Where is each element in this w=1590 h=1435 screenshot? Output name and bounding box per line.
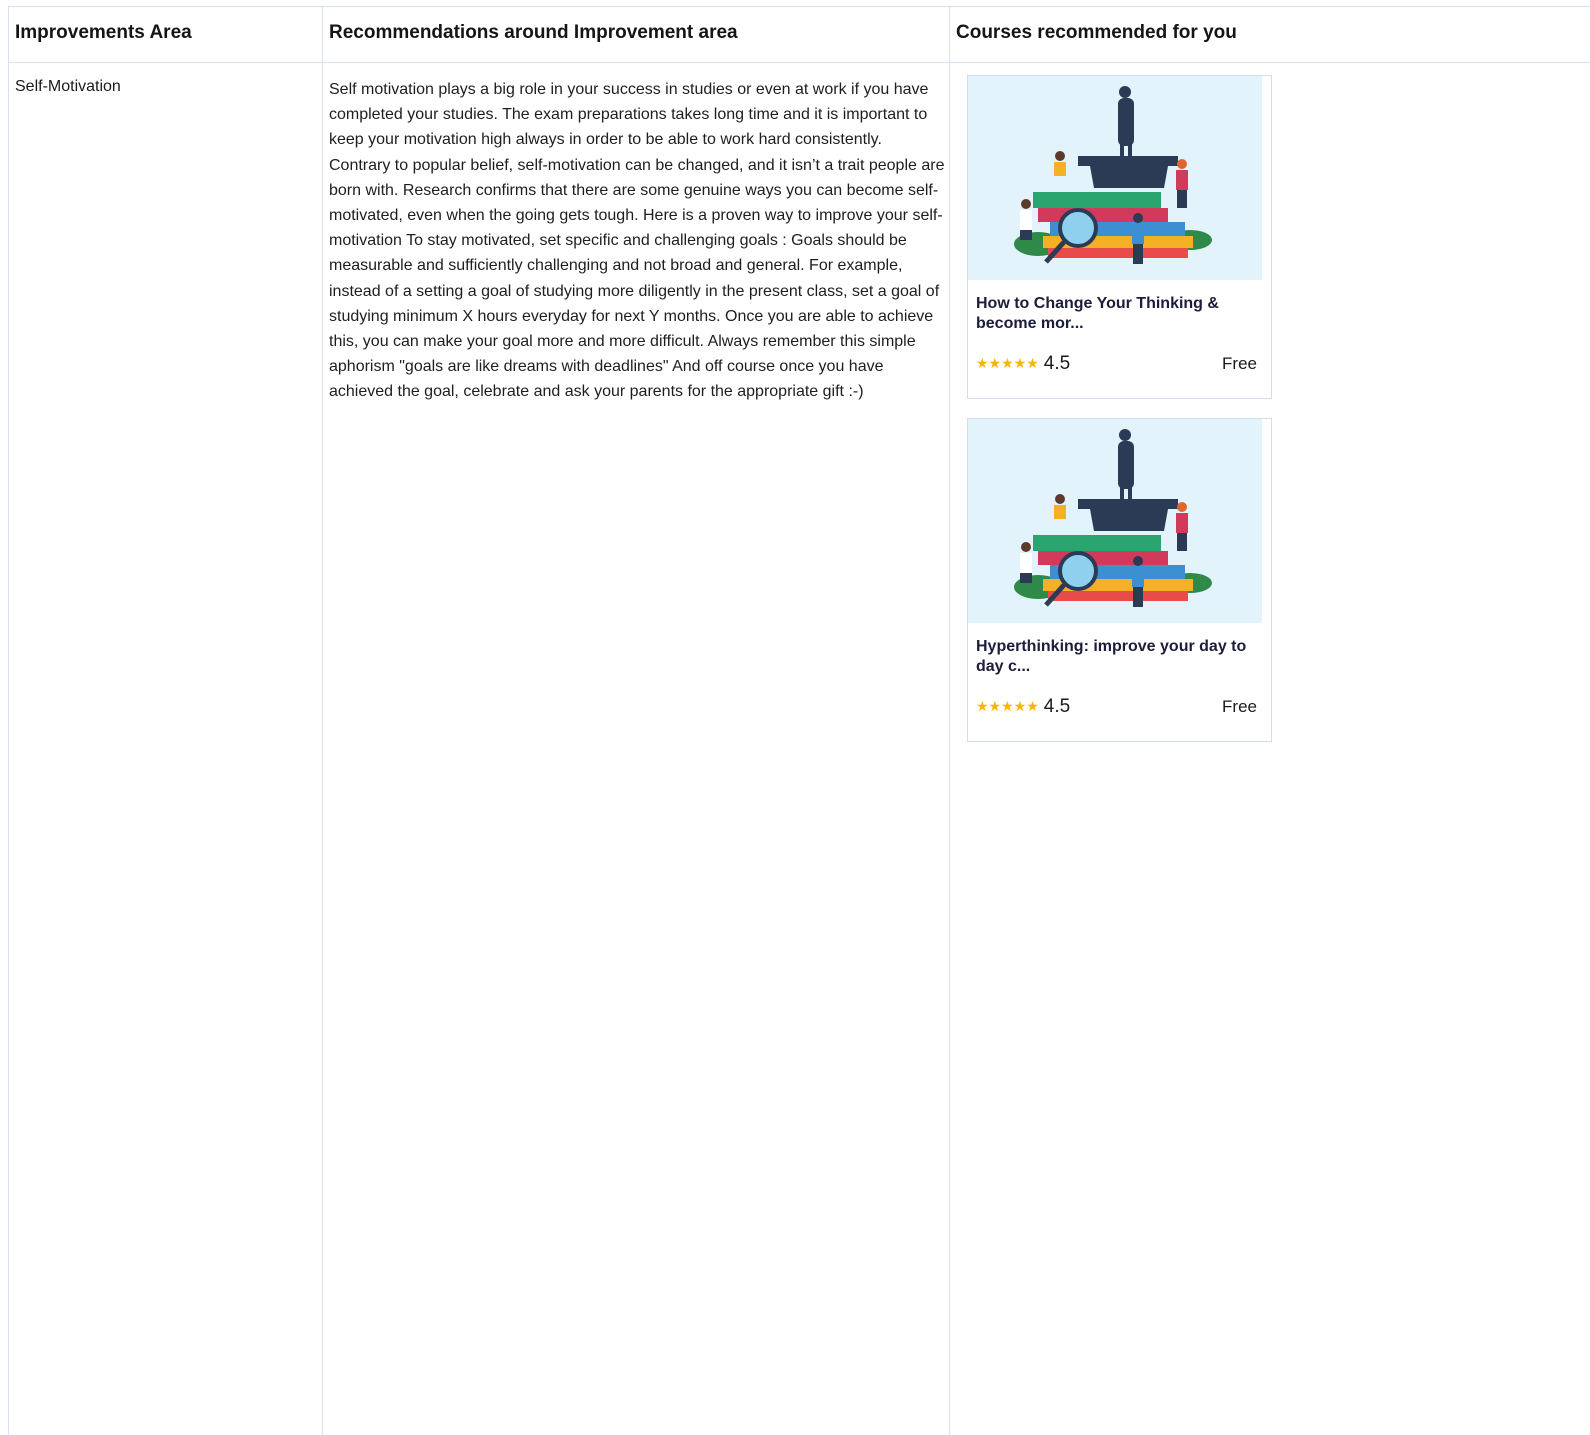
course-card[interactable]: How to Change Your Thinking & become mor… [967,75,1272,399]
header-courses: Courses recommended for you [956,22,1237,43]
rating-value: 4.5 [1043,696,1071,717]
header-recommendations: Recommendations around Improvement area [329,22,738,43]
students-with-books-illustration-icon[interactable] [968,76,1262,280]
rating-stars-icon: ★★★★★ [976,356,1039,372]
rating-stars-icon: ★★★★★ [976,699,1039,715]
improvement-area-cell: Self-Motivation [15,78,121,95]
recommendation-text: Self motivation plays a big role in your… [329,81,945,401]
course-price: Free [1222,697,1257,716]
course-price: Free [1222,354,1257,373]
course-title-link[interactable]: Hyperthinking: improve your day to day c… [976,637,1258,677]
recommendations-table: Improvements Area Recommendations around… [8,6,1590,1435]
rating-value: 4.5 [1043,353,1071,374]
course-rating: ★★★★★ 4.5 [976,352,1070,376]
table-header-row: Improvements Area Recommendations around… [9,7,1590,63]
course-title-link[interactable]: How to Change Your Thinking & become mor… [976,294,1258,334]
students-with-books-illustration-icon[interactable] [968,419,1262,623]
course-rating: ★★★★★ 4.5 [976,695,1070,719]
column-divider [949,7,950,1435]
header-improvements-area: Improvements Area [15,22,192,43]
column-divider [322,7,323,1435]
course-card[interactable]: Hyperthinking: improve your day to day c… [967,418,1272,742]
